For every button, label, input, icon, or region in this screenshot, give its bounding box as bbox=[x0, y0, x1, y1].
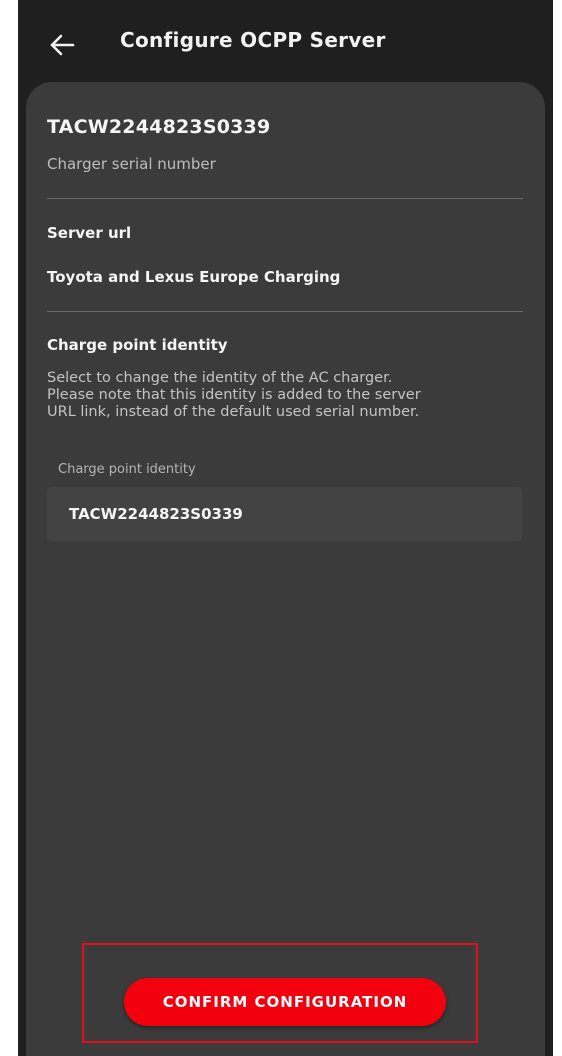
description-line: Select to change the identity of the AC … bbox=[47, 370, 393, 386]
charge-point-identity-description: Select to change the identity of the AC … bbox=[47, 370, 527, 421]
divider bbox=[47, 311, 523, 312]
arrow-left-icon-graphic bbox=[50, 34, 75, 56]
description-line: URL link, instead of the default used se… bbox=[47, 404, 420, 420]
app-bar: Configure OCPP Server bbox=[18, 0, 553, 86]
description-line: Please note that this identity is added … bbox=[47, 387, 421, 403]
server-url-value[interactable]: Toyota and Lexus Europe Charging bbox=[47, 268, 340, 286]
page-title: Configure OCPP Server bbox=[120, 28, 386, 52]
charge-point-identity-field-label: Charge point identity bbox=[58, 462, 196, 477]
configuration-card: TACW2244823S0339 Charger serial number S… bbox=[26, 82, 545, 1056]
divider bbox=[47, 198, 523, 199]
charge-point-identity-heading: Charge point identity bbox=[47, 336, 228, 354]
charger-serial-label: Charger serial number bbox=[47, 155, 216, 173]
charge-point-identity-field[interactable]: TACW2244823S0339 bbox=[47, 487, 522, 541]
charge-point-identity-value[interactable]: TACW2244823S0339 bbox=[69, 505, 243, 523]
app-screen: Configure OCPP Server TACW2244823S0339 C… bbox=[18, 0, 553, 1056]
confirm-configuration-button[interactable]: CONFIRM CONFIGURATION bbox=[124, 978, 446, 1026]
arrow-left-icon[interactable] bbox=[48, 30, 78, 60]
charger-serial-number: TACW2244823S0339 bbox=[47, 116, 271, 138]
server-url-heading: Server url bbox=[47, 224, 132, 242]
